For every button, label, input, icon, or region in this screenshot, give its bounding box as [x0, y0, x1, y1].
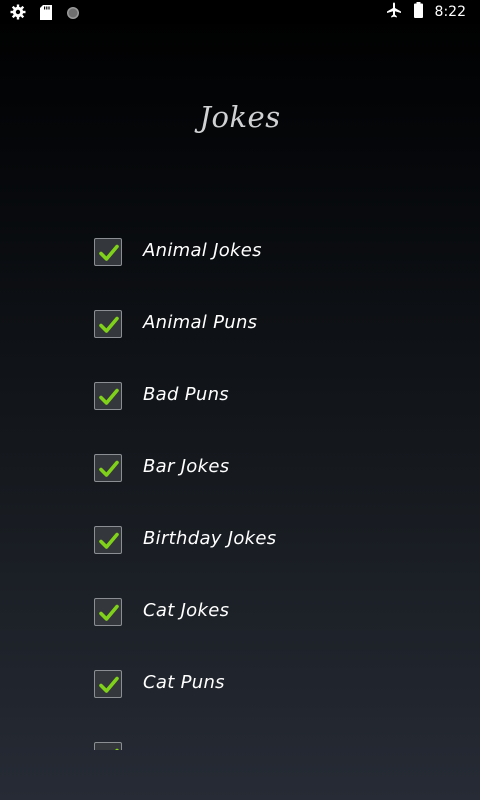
status-left	[10, 4, 80, 24]
list-item[interactable]	[94, 742, 414, 750]
category-label: Animal Jokes	[143, 240, 262, 261]
check-icon	[99, 316, 119, 333]
circle-icon	[66, 5, 80, 24]
status-right: 8:22	[386, 2, 466, 22]
page-title: Jokes	[199, 100, 281, 134]
screen: 8:22 Jokes Animal Jokes Animal Puns Bad Pu…	[0, 0, 480, 800]
list-item[interactable]: Animal Jokes	[94, 238, 414, 310]
sd-card-icon	[40, 4, 52, 24]
category-checkbox[interactable]	[94, 238, 122, 266]
category-checkbox[interactable]	[94, 310, 122, 338]
category-label: Cat Jokes	[143, 600, 230, 621]
status-time: 8:22	[434, 4, 466, 20]
list-item[interactable]: Birthday Jokes	[94, 526, 414, 598]
list-item[interactable]: Animal Puns	[94, 310, 414, 382]
category-label: Cat Puns	[143, 672, 225, 693]
category-label: Bad Puns	[143, 384, 229, 405]
category-checkbox[interactable]	[94, 454, 122, 482]
check-icon	[99, 676, 119, 693]
check-icon	[99, 388, 119, 405]
category-checkbox[interactable]	[94, 526, 122, 554]
list-item[interactable]: Cat Jokes	[94, 598, 414, 670]
check-icon	[99, 244, 119, 261]
check-icon	[99, 604, 119, 621]
airplane-mode-icon	[386, 2, 402, 22]
category-checkbox[interactable]	[94, 670, 122, 698]
check-icon	[115, 748, 119, 750]
list-item[interactable]: Bar Jokes	[94, 454, 414, 526]
category-label: Animal Puns	[143, 312, 258, 333]
list-item[interactable]: Bad Puns	[94, 382, 414, 454]
settings-icon	[10, 4, 26, 24]
category-checkbox[interactable]	[94, 382, 122, 410]
check-icon	[99, 532, 119, 549]
category-checkbox[interactable]	[94, 742, 122, 750]
category-checkbox[interactable]	[94, 598, 122, 626]
battery-icon	[413, 2, 423, 22]
check-icon	[99, 460, 119, 477]
status-bar: 8:22	[0, 0, 480, 24]
list-item[interactable]: Cat Puns	[94, 670, 414, 742]
category-label: Bar Jokes	[143, 456, 230, 477]
category-label: Birthday Jokes	[143, 528, 277, 549]
joke-category-list[interactable]: Animal Jokes Animal Puns Bad Puns Bar Jokes…	[94, 238, 414, 750]
